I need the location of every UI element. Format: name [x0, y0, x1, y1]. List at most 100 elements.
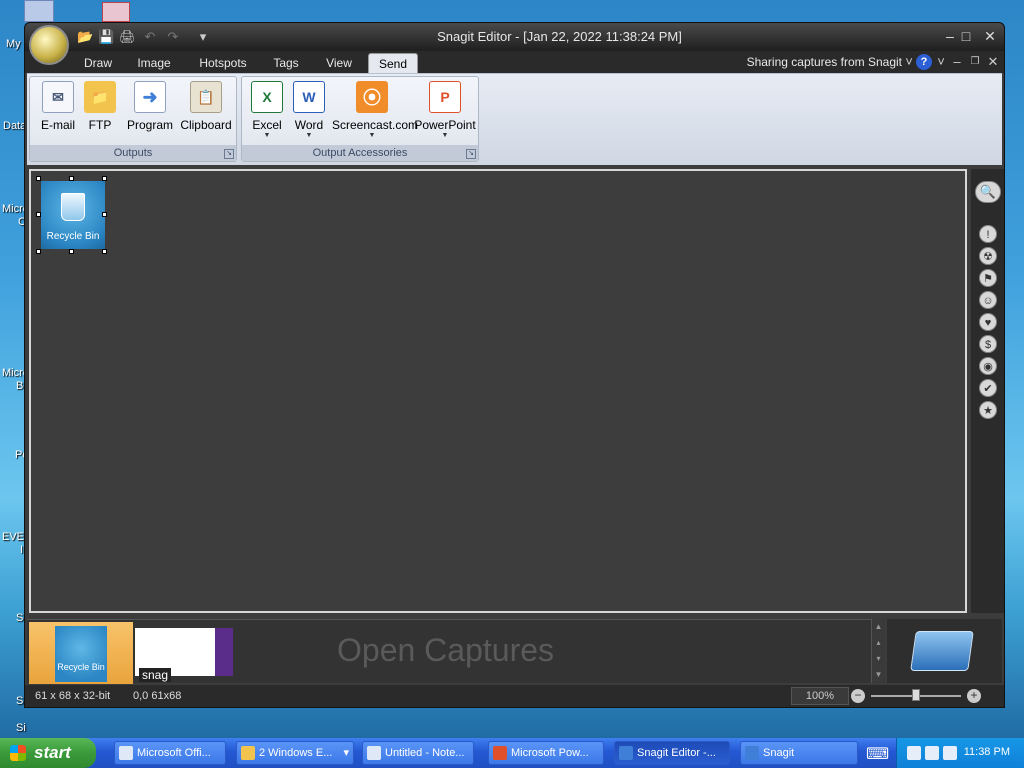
taskbar-item-snagit[interactable]: Snagit	[740, 741, 858, 765]
taskbar-item-notepad[interactable]: Untitled - Note...	[362, 741, 474, 765]
resize-handle[interactable]	[102, 212, 107, 217]
word-label: Word	[294, 118, 324, 132]
ftp-button[interactable]: 📁 FTP	[72, 81, 128, 141]
stamp-check-icon[interactable]: ✔	[979, 379, 997, 397]
resize-handle[interactable]	[102, 249, 107, 254]
capture-thumbnail[interactable]: Recycle Bin	[29, 622, 133, 684]
library-button[interactable]	[887, 619, 1002, 683]
stamp-star-icon[interactable]: ★	[979, 401, 997, 419]
group-dropdown-icon[interactable]: ▾	[343, 742, 349, 764]
clock[interactable]: 11:38 PM	[964, 746, 1010, 758]
desktop-label[interactable]: S	[16, 612, 23, 624]
resize-handle[interactable]	[36, 212, 41, 217]
resize-handle[interactable]	[69, 249, 74, 254]
outputs-group: ✉ E-mail 📁 FTP ➜ Program 📋 Clipboard Out…	[29, 76, 237, 162]
powerpoint-dropdown-icon[interactable]: ▼	[412, 132, 478, 140]
tab-draw[interactable]: Draw	[75, 53, 121, 73]
tray-display-icon[interactable]	[925, 746, 939, 760]
sharing-text: Sharing captures from Snagit	[746, 55, 902, 69]
desktop-label[interactable]: B	[16, 380, 23, 392]
maximize-button[interactable]: □	[955, 27, 977, 45]
stamp-flag-icon[interactable]: ⚑	[979, 269, 997, 287]
keyboard-icon[interactable]: ⌨	[866, 744, 889, 764]
resize-handle[interactable]	[36, 249, 41, 254]
recycle-bin-thumbnail	[55, 626, 107, 682]
outputs-launcher-icon[interactable]: ↘	[224, 149, 234, 159]
powerpoint-button[interactable]: P PowerPoint ▼	[412, 81, 478, 141]
open-captures-tray: Recycle Bin snag Open Captures	[27, 619, 871, 684]
resize-handle[interactable]	[69, 176, 74, 181]
taskbar-item-powerpoint[interactable]: Microsoft Pow...	[488, 741, 604, 765]
tab-view[interactable]: View	[319, 53, 359, 73]
screencast-icon: ⦿	[356, 81, 388, 113]
stamp-smiley-icon[interactable]: ☺	[979, 291, 997, 309]
stamp-pin-icon[interactable]: ◉	[979, 357, 997, 375]
editor-canvas[interactable]: Recycle Bin	[29, 169, 967, 613]
program-icon: ➜	[134, 81, 166, 113]
inner-restore-button[interactable]: ❐	[967, 54, 983, 70]
capture-image[interactable]: Recycle Bin	[41, 181, 105, 249]
help-dropdown-icon[interactable]: ˅	[933, 54, 949, 70]
desktop-icon-my-documents[interactable]	[24, 0, 54, 22]
scroll-bottom-icon[interactable]: ▼	[872, 667, 885, 683]
start-label: start	[34, 743, 71, 762]
desktop-label[interactable]: My	[6, 38, 21, 50]
scroll-top-icon[interactable]: ▲	[872, 619, 885, 635]
desktop-label[interactable]: I	[20, 544, 23, 556]
email-icon: ✉	[42, 81, 74, 113]
ribbon: ✉ E-mail 📁 FTP ➜ Program 📋 Clipboard Out…	[27, 73, 1002, 165]
stamp-dollar-icon[interactable]: $	[979, 335, 997, 353]
resize-handle[interactable]	[36, 176, 41, 181]
thumbnail-decoration	[215, 628, 233, 676]
taskbar-item-office[interactable]: Microsoft Offi...	[114, 741, 226, 765]
close-button[interactable]: ✕	[979, 27, 1001, 45]
tray-network-icon[interactable]	[907, 746, 921, 760]
capture-thumbnail[interactable]: snag	[135, 628, 233, 682]
scroll-up-icon[interactable]: ▴	[872, 635, 885, 651]
tab-hotspots[interactable]: Hotspots	[191, 53, 255, 73]
ribbon-tabs: Draw Image Hotspots Tags View Send Shari…	[25, 51, 1004, 73]
desktop-icon-app[interactable]	[102, 2, 130, 22]
inner-close-button[interactable]: ✕	[985, 54, 1001, 70]
taskbar-item-windows-explorer[interactable]: 2 Windows E... ▾	[236, 741, 354, 765]
sharing-dropdown-icon[interactable]: ˅	[901, 54, 917, 70]
taskbar-item-label: Untitled - Note...	[385, 747, 465, 759]
inner-minimize-button[interactable]: –	[949, 54, 965, 70]
program-label: Program	[126, 118, 173, 132]
windows-logo-icon	[10, 745, 26, 761]
screencast-dropdown-icon[interactable]: ▼	[332, 132, 412, 140]
program-button[interactable]: ➜ Program	[122, 81, 178, 141]
title-bar[interactable]: 📂 💾 🖨 ↶ ↷ ▾ Snagit Editor - [Jan 22, 202…	[25, 23, 1004, 51]
stamp-heart-icon[interactable]: ♥	[979, 313, 997, 331]
screencast-button[interactable]: ⦿ Screencast.com ▼	[332, 81, 418, 141]
desktop-label[interactable]: Si	[16, 722, 26, 734]
ftp-label: FTP	[88, 118, 112, 132]
word-dropdown-icon[interactable]: ▼	[284, 132, 334, 140]
tray-app-icon[interactable]	[943, 746, 957, 760]
output-accessories-launcher-icon[interactable]: ↘	[466, 149, 476, 159]
search-icon[interactable]: 🔍	[975, 181, 1001, 203]
scroll-down-icon[interactable]: ▾	[872, 651, 885, 667]
zoom-out-icon[interactable]: −	[851, 689, 865, 703]
zoom-slider-thumb[interactable]	[912, 689, 920, 701]
taskbar-item-snagit-editor[interactable]: Snagit Editor -...	[614, 741, 730, 765]
start-button[interactable]: start	[0, 738, 96, 768]
image-dimensions: 61 x 68 x 32-bit	[35, 690, 111, 702]
stamp-exclamation-icon[interactable]: !	[979, 225, 997, 243]
window-title: Snagit Editor - [Jan 22, 2022 11:38:24 P…	[437, 29, 682, 44]
help-icon[interactable]: ?	[916, 54, 932, 70]
stamp-radiation-icon[interactable]: ☢	[979, 247, 997, 265]
tab-send[interactable]: Send	[368, 53, 418, 73]
word-button[interactable]: W Word ▼	[284, 81, 334, 141]
clipboard-button[interactable]: 📋 Clipboard	[178, 81, 234, 141]
snagit-orb-button[interactable]	[29, 25, 69, 65]
zoom-percentage[interactable]: 100%	[791, 687, 849, 705]
word-icon: W	[293, 81, 325, 113]
tray-scrollbar[interactable]: ▲ ▴ ▾ ▼	[871, 619, 885, 683]
taskbar-item-label: Snagit	[763, 747, 795, 759]
resize-handle[interactable]	[102, 176, 107, 181]
tab-tags[interactable]: Tags	[267, 53, 305, 73]
desktop-label[interactable]: Data	[3, 120, 26, 132]
tab-image[interactable]: Image	[131, 53, 177, 73]
zoom-in-icon[interactable]: +	[967, 689, 981, 703]
